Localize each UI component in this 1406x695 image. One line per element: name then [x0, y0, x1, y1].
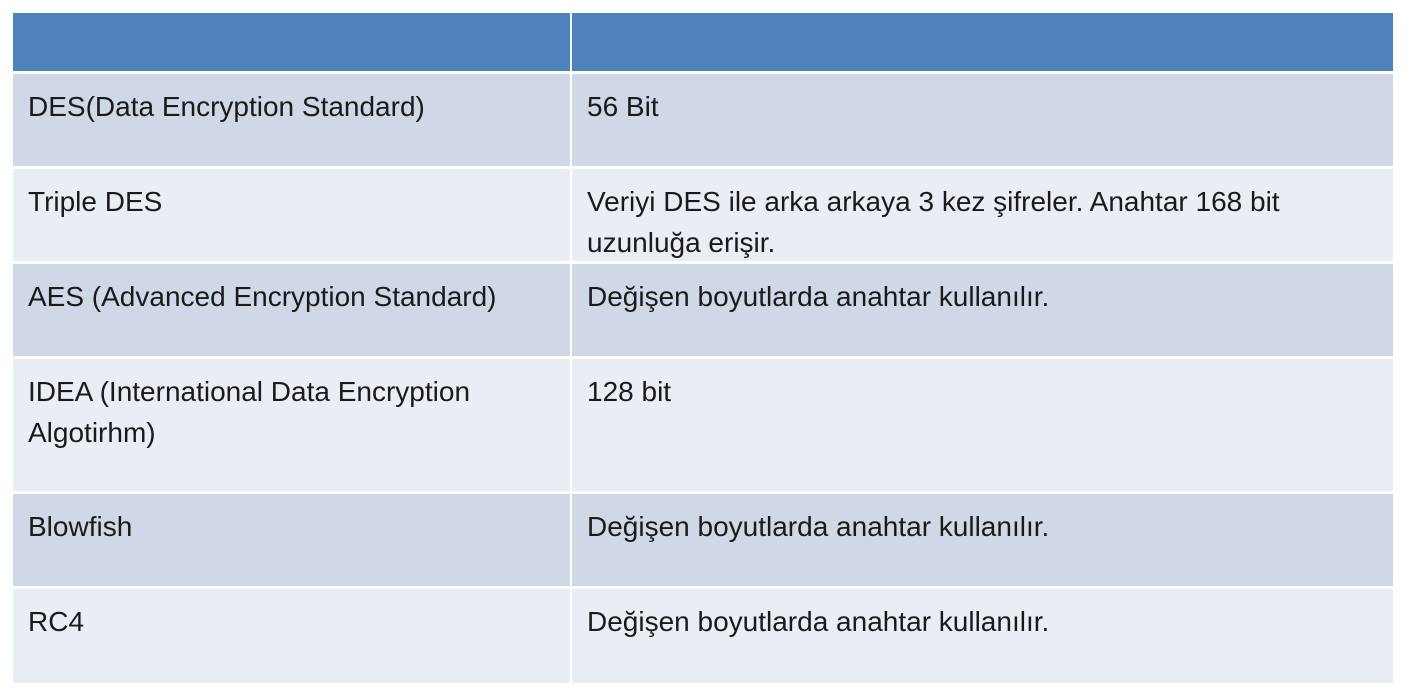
encryption-table: DES(Data Encryption Standard) 56 Bit Tri… — [13, 13, 1393, 683]
description-cell: Değişen boyutlarda anahtar kullanılır. — [587, 281, 1050, 312]
algorithm-cell: DES(Data Encryption Standard) — [13, 74, 572, 166]
algorithm-cell: Triple DES — [13, 169, 572, 261]
table-row: IDEA (International Data Encryption Algo… — [13, 359, 1393, 494]
table-row: DES(Data Encryption Standard) 56 Bit — [13, 74, 1393, 169]
algorithm-cell: IDEA (International Data Encryption Algo… — [13, 359, 572, 491]
table-row: Triple DES Veriyi DES ile arka arkaya 3 … — [13, 169, 1393, 264]
algorithm-cell: RC4 — [13, 589, 572, 683]
table-row: RC4 Değişen boyutlarda anahtar kullanılı… — [13, 589, 1393, 683]
description-cell: Değişen boyutlarda anahtar kullanılır. — [587, 511, 1050, 542]
algorithm-cell: AES (Advanced Encryption Standard) — [13, 264, 572, 356]
description-cell: 128 bit — [587, 376, 672, 407]
header-cell-description — [572, 13, 1393, 71]
table-row: AES (Advanced Encryption Standard) Değiş… — [13, 264, 1393, 359]
description-cell: 56 Bit — [587, 91, 659, 122]
description-cell: Değişen boyutlarda anahtar kullanılır. — [587, 606, 1050, 637]
table-row: Blowfish Değişen boyutlarda anahtar kull… — [13, 494, 1393, 589]
header-cell-algorithm — [13, 13, 572, 71]
description-cell: Veriyi DES ile arka arkaya 3 kez şifrele… — [587, 186, 1280, 258]
table-header-row — [13, 13, 1393, 74]
algorithm-cell: Blowfish — [13, 494, 572, 586]
